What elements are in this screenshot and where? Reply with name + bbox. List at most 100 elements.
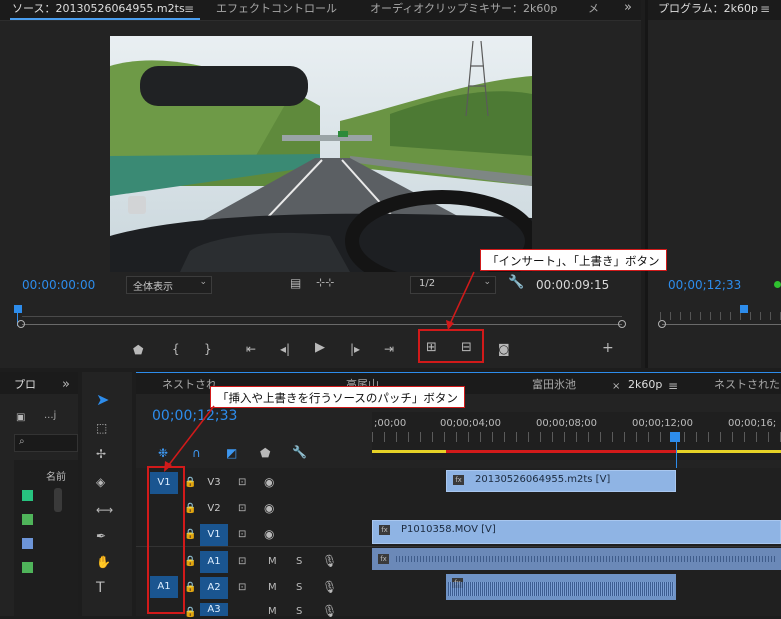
lock-icon[interactable]: 🔒 xyxy=(184,556,196,568)
mark-in-icon[interactable]: { xyxy=(172,343,180,355)
mute-button[interactable]: M xyxy=(268,582,277,593)
go-to-in-icon[interactable]: ⇤ xyxy=(246,343,256,355)
eye-icon[interactable]: ◉ xyxy=(264,528,274,540)
slip-tool-icon[interactable]: ⟷ xyxy=(96,504,113,516)
solo-button[interactable]: S xyxy=(296,582,302,593)
selection-tool-icon[interactable]: ➤ xyxy=(96,392,109,408)
tab-program[interactable]: プログラム：2k60p xyxy=(658,0,758,18)
pen-tool-icon[interactable]: ✒ xyxy=(96,530,106,542)
ripple-edit-tool-icon[interactable]: ✢ xyxy=(96,448,106,460)
arrow-head xyxy=(446,320,454,330)
project-item-color-2[interactable] xyxy=(22,514,33,525)
drag-audio-icon[interactable]: ⊹⊹ xyxy=(316,277,334,289)
tab-2k60p[interactable]: 2k60p xyxy=(628,376,662,394)
program-playhead[interactable] xyxy=(740,305,748,313)
timeline-ruler[interactable]: ;00;00 00;00;04;00 00;00;08;00 00;00;12;… xyxy=(372,412,781,460)
play-icon[interactable]: ▶ xyxy=(315,341,325,354)
solo-button[interactable]: S xyxy=(296,556,302,567)
tab-project[interactable]: プロ xyxy=(14,376,36,394)
close-icon[interactable]: × xyxy=(612,381,620,393)
project-item-color-3[interactable] xyxy=(22,538,33,549)
tab-audio-clip-mixer[interactable]: オーディオクリップミキサー：2k60p xyxy=(370,0,557,18)
sync-lock-icon[interactable]: ⊡ xyxy=(238,503,246,515)
tab-menu-icon[interactable]: ≡ xyxy=(184,3,194,15)
eye-icon[interactable]: ◉ xyxy=(264,476,274,488)
sync-lock-icon[interactable]: ⊡ xyxy=(238,582,246,594)
source-time-ruler[interactable] xyxy=(22,316,622,317)
microphone-icon[interactable]: 🎙 xyxy=(322,605,337,617)
razor-tool-icon[interactable]: ◈ xyxy=(96,476,105,488)
project-item-color-4[interactable] xyxy=(22,562,33,573)
tab-menu-icon[interactable]: ≡ xyxy=(668,380,678,392)
go-to-out-icon[interactable]: ⇥ xyxy=(384,343,394,355)
clip-v1[interactable]: fx P1010358.MOV [V] xyxy=(372,520,781,544)
step-forward-icon[interactable]: |▸ xyxy=(350,343,360,355)
zoom-handle-right[interactable] xyxy=(618,320,626,328)
microphone-icon[interactable]: 🎙 xyxy=(322,581,337,593)
tab-tomita[interactable]: 富田氷池 xyxy=(532,376,576,394)
tab-metadata[interactable]: メ xyxy=(588,0,599,18)
ruler-label-2: 00;00;08;00 xyxy=(536,418,598,429)
in-out-range[interactable] xyxy=(446,450,676,453)
sync-lock-icon[interactable]: ⊡ xyxy=(238,556,246,568)
program-zoom-bar[interactable] xyxy=(662,324,781,325)
clip-a1[interactable]: fx xyxy=(372,548,781,570)
clip-v3[interactable]: fx 20130526064955.m2ts [V] xyxy=(446,470,676,492)
tab-source[interactable]: ソース：20130526064955.m2ts xyxy=(12,0,185,18)
tab-overflow-icon[interactable]: » xyxy=(624,1,632,14)
source-timecode-in[interactable]: 00:00:00:00 xyxy=(22,278,95,292)
sync-lock-icon[interactable]: ⊡ xyxy=(238,477,246,489)
add-marker-icon[interactable]: ⬟ xyxy=(260,447,270,459)
zoom-handle-left[interactable] xyxy=(658,320,666,328)
project-search-input[interactable]: ⌕ xyxy=(14,434,78,452)
camera-icon[interactable]: ◙ xyxy=(498,343,510,355)
timeline-playhead[interactable] xyxy=(670,432,680,442)
hand-tool-icon[interactable]: ✋ xyxy=(96,556,111,568)
add-button-icon[interactable]: + xyxy=(602,341,614,355)
track-select-tool-icon[interactable]: ⬚ xyxy=(96,422,107,434)
project-list: 名前 xyxy=(14,460,78,616)
lock-icon[interactable]: 🔒 xyxy=(184,529,196,541)
project-item-label[interactable]: ...j xyxy=(44,410,56,421)
tab-nested-sequence[interactable]: ネストされ xyxy=(162,376,217,394)
source-playhead[interactable] xyxy=(14,305,22,313)
tab-menu-icon[interactable]: ≡ xyxy=(760,3,770,15)
mute-button[interactable]: M xyxy=(268,556,277,567)
project-scrollbar[interactable] xyxy=(54,488,62,512)
track-target-a1[interactable]: A1 xyxy=(200,551,228,573)
lock-icon[interactable]: 🔒 xyxy=(184,477,196,489)
tab-nested-sequence-2[interactable]: ネストされたシ xyxy=(714,376,781,394)
track-target-a2[interactable]: A2 xyxy=(200,577,228,599)
program-timecode[interactable]: 00;00;12;33 xyxy=(668,278,741,292)
step-back-icon[interactable]: ◂| xyxy=(280,343,290,355)
type-tool-icon[interactable]: T xyxy=(96,581,105,595)
lock-icon[interactable]: 🔒 xyxy=(184,503,196,515)
add-marker-icon[interactable]: ⬟ xyxy=(133,344,143,356)
clip-a2[interactable]: fx xyxy=(446,574,676,600)
tab-overflow-icon[interactable]: » xyxy=(62,378,70,391)
eye-icon[interactable]: ◉ xyxy=(264,502,274,514)
linked-selection-icon[interactable]: ◩ xyxy=(226,447,237,459)
zoom-select[interactable]: 全体表示 ⌄ xyxy=(126,276,212,294)
column-header-name[interactable]: 名前 xyxy=(46,468,66,483)
source-patch-arrow xyxy=(164,405,215,472)
track-target-v2[interactable]: V2 xyxy=(200,498,228,520)
track-target-v1[interactable]: V1 xyxy=(200,524,228,546)
mute-button[interactable]: M xyxy=(268,606,277,617)
tab-effect-controls[interactable]: エフェクトコントロール xyxy=(216,0,337,18)
program-ruler[interactable] xyxy=(660,312,781,320)
microphone-icon[interactable]: 🎙 xyxy=(322,555,337,567)
solo-button[interactable]: S xyxy=(296,606,302,617)
wrench-icon[interactable]: 🔧 xyxy=(508,276,524,289)
mark-out-icon[interactable]: } xyxy=(204,343,212,355)
source-zoom-bar[interactable] xyxy=(22,324,622,325)
track-target-v3[interactable]: V3 xyxy=(200,472,228,494)
sync-lock-icon[interactable]: ⊡ xyxy=(238,529,246,541)
wrench-icon[interactable]: 🔧 xyxy=(292,446,307,458)
lock-icon[interactable]: 🔒 xyxy=(184,607,196,619)
track-target-a3[interactable]: A3 xyxy=(200,603,228,616)
project-item-color-1[interactable] xyxy=(22,490,33,501)
export-frame-settings-icon[interactable]: ▤ xyxy=(290,277,301,289)
zoom-handle-left[interactable] xyxy=(17,320,25,328)
lock-icon[interactable]: 🔒 xyxy=(184,582,196,594)
